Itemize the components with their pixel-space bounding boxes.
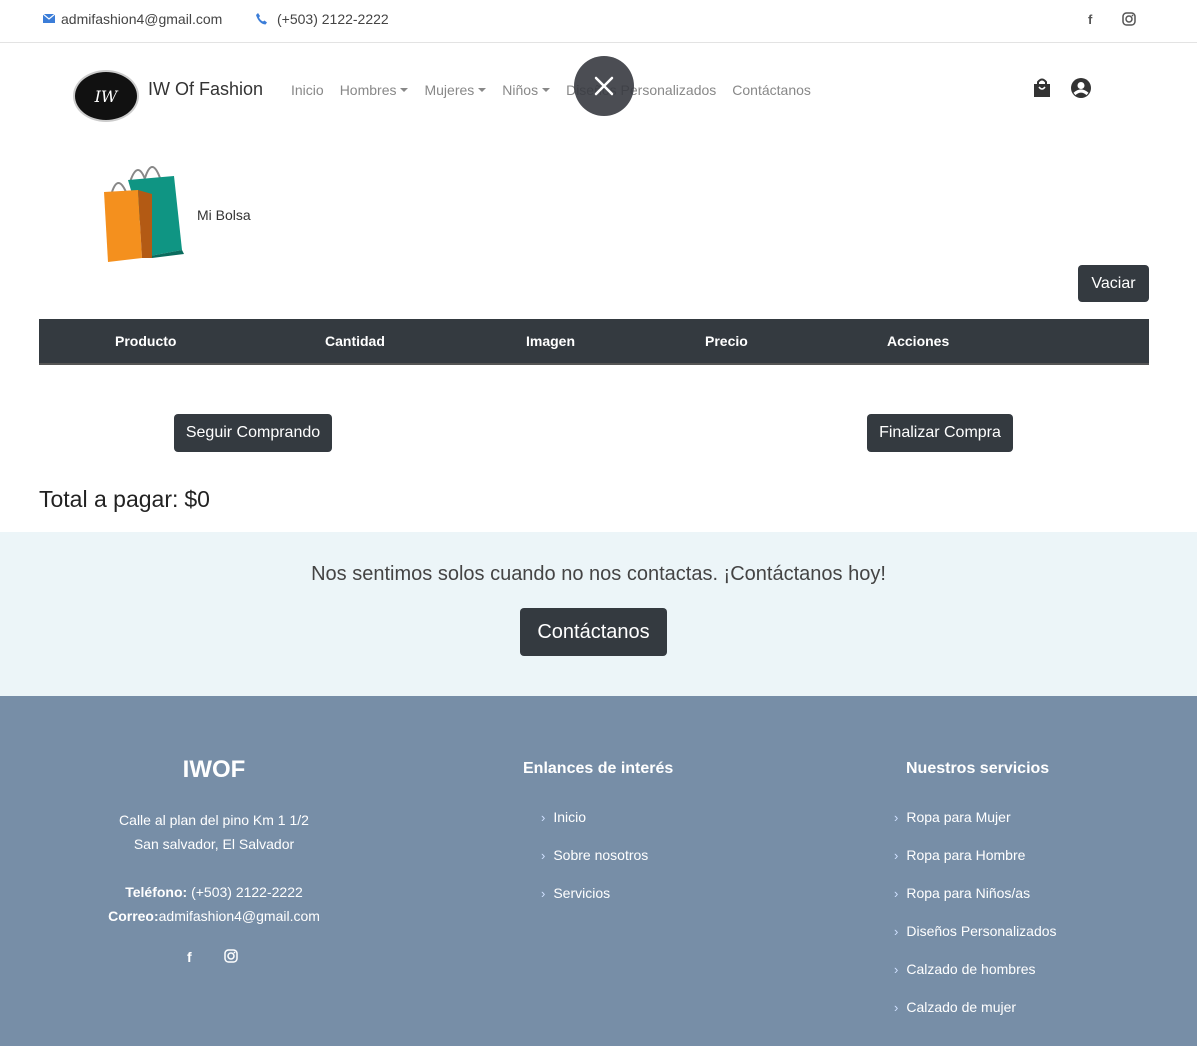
footer-link-sobre-nosotros[interactable]: › Sobre nosotros <box>541 847 648 885</box>
caret-down-icon <box>478 88 487 92</box>
footer-phone-label: Teléfono: <box>125 884 188 900</box>
footer-service-label: Calzado de hombres <box>906 961 1036 977</box>
contact-band: Nos sentimos solos cuando no nos contact… <box>0 532 1197 696</box>
footer-link-servicios[interactable]: › Servicios <box>541 885 648 923</box>
col-producto: Producto <box>115 333 177 349</box>
footer-service-label: Ropa para Hombre <box>906 847 1026 863</box>
footer-service-label: Calzado de mujer <box>906 999 1017 1015</box>
nav-item-label: Hombres <box>339 82 397 98</box>
footer-services-list: › Ropa para Mujer › Ropa para Hombre › Ropa… <box>894 809 1057 1037</box>
caret-down-icon <box>400 88 409 92</box>
total-label: Total a pagar: <box>39 486 179 512</box>
footer-service-ropa-mujer[interactable]: › Ropa para Mujer <box>894 809 1057 847</box>
footer-link-label: Inicio <box>553 809 587 825</box>
chevron-right-icon: › <box>894 848 899 863</box>
nav-item-label: Inicio <box>291 82 324 98</box>
top-email-text: admifashion4@gmail.com <box>61 11 223 27</box>
footer-services-title: Nuestros servicios <box>906 760 1050 777</box>
nav-item-contactanos[interactable]: Contáctanos <box>732 82 811 98</box>
brand-logo[interactable]: IW <box>73 70 139 122</box>
brand-logo-text: IW <box>94 86 118 106</box>
chevron-right-icon: › <box>894 886 899 901</box>
footer-link-label: Servicios <box>553 885 611 901</box>
footer-email: Correo:admifashion4@gmail.com <box>64 904 364 928</box>
empty-cart-button[interactable]: Vaciar <box>1078 265 1149 302</box>
caret-down-icon <box>542 88 551 92</box>
col-imagen: Imagen <box>526 333 576 349</box>
nav-item-ninos[interactable]: Niños <box>502 82 551 98</box>
chevron-right-icon: › <box>541 848 546 863</box>
footer-address: Calle al plan del pino Km 1 1/2 San salv… <box>64 808 364 856</box>
top-phone-text: (+503) 2122-2222 <box>277 11 389 27</box>
contact-button[interactable]: Contáctanos <box>520 608 667 656</box>
chevron-right-icon: › <box>894 924 899 939</box>
col-precio: Precio <box>705 333 748 349</box>
footer-email-value: admifashion4@gmail.com <box>158 908 320 924</box>
continue-shopping-button[interactable]: Seguir Comprando <box>174 414 332 452</box>
nav-item-inicio[interactable]: Inicio <box>291 82 324 98</box>
nav-item-hombres[interactable]: Hombres <box>340 82 409 98</box>
envelope-icon <box>43 14 55 23</box>
chevron-right-icon: › <box>894 962 899 977</box>
footer-address-line1: Calle al plan del pino Km 1 1/2 <box>119 812 309 828</box>
chevron-right-icon: › <box>541 886 546 901</box>
footer-address-line2: San salvador, El Salvador <box>133 836 295 852</box>
chevron-right-icon: › <box>894 810 899 825</box>
footer-service-calzado-mujer[interactable]: › Calzado de mujer <box>894 999 1057 1037</box>
footer-links-title: Enlances de interés <box>523 760 674 777</box>
top-phone[interactable]: (+503) 2122-2222 <box>256 11 389 27</box>
checkout-button[interactable]: Finalizar Compra <box>867 414 1013 452</box>
footer-brand: IWOF <box>182 756 246 783</box>
footer-service-calzado-hombres[interactable]: › Calzado de hombres <box>894 961 1057 999</box>
nav-item-mujeres[interactable]: Mujeres <box>424 82 487 98</box>
footer-contact-info: Teléfono: (+503) 2122-2222 Correo:admifa… <box>64 880 364 928</box>
bag-title: Mi Bolsa <box>197 207 251 223</box>
footer-service-disenos[interactable]: › Diseños Personalizados <box>894 923 1057 961</box>
footer-links-list: › Inicio › Sobre nosotros › Servicios <box>541 809 648 923</box>
cart-total: Total a pagar: $0 <box>39 486 210 513</box>
shopping-bags-illustration <box>104 166 184 262</box>
footer-service-ropa-ninos[interactable]: › Ropa para Niños/as <box>894 885 1057 923</box>
nav-links: Inicio Hombres Mujeres Niños Diseños Per… <box>291 82 827 98</box>
col-cantidad: Cantidad <box>325 333 385 349</box>
total-value: $0 <box>184 486 210 512</box>
contact-band-text: Nos sentimos solos cuando no nos contact… <box>311 563 886 585</box>
user-circle-icon[interactable] <box>1070 77 1092 99</box>
col-acciones: Acciones <box>887 333 950 349</box>
chevron-right-icon: › <box>894 1000 899 1015</box>
overlay-close-button[interactable] <box>574 56 634 116</box>
top-facebook-icon[interactable]: f <box>1088 12 1092 27</box>
footer-link-inicio[interactable]: › Inicio <box>541 809 648 847</box>
top-email[interactable]: admifashion4@gmail.com <box>43 11 222 27</box>
phone-icon <box>256 13 267 25</box>
brand-name[interactable]: IW Of Fashion <box>148 79 263 100</box>
cart-table-header: Producto Cantidad Imagen Precio Acciones <box>39 319 1149 365</box>
footer: IWOF Calle al plan del pino Km 1 1/2 San… <box>0 696 1197 1046</box>
footer-service-ropa-hombre[interactable]: › Ropa para Hombre <box>894 847 1057 885</box>
top-bar: admifashion4@gmail.com (+503) 2122-2222 … <box>0 0 1197 43</box>
chevron-right-icon: › <box>541 810 546 825</box>
footer-service-label: Diseños Personalizados <box>906 923 1057 939</box>
close-icon <box>594 76 614 96</box>
footer-email-label: Correo: <box>108 908 159 924</box>
footer-link-label: Sobre nosotros <box>553 847 649 863</box>
footer-facebook-icon[interactable]: f <box>187 949 192 965</box>
footer-phone-value: (+503) 2122-2222 <box>191 884 303 900</box>
footer-service-label: Ropa para Niños/as <box>906 885 1031 901</box>
footer-phone: Teléfono: (+503) 2122-2222 <box>64 880 364 904</box>
nav-item-label: Contáctanos <box>732 82 811 98</box>
shopping-bag-icon[interactable] <box>1031 77 1053 99</box>
nav-item-label: Niños <box>502 82 539 98</box>
top-instagram-icon[interactable] <box>1122 12 1136 29</box>
nav-item-label: Mujeres <box>424 82 475 98</box>
footer-instagram-icon[interactable] <box>224 949 238 966</box>
footer-service-label: Ropa para Mujer <box>906 809 1011 825</box>
